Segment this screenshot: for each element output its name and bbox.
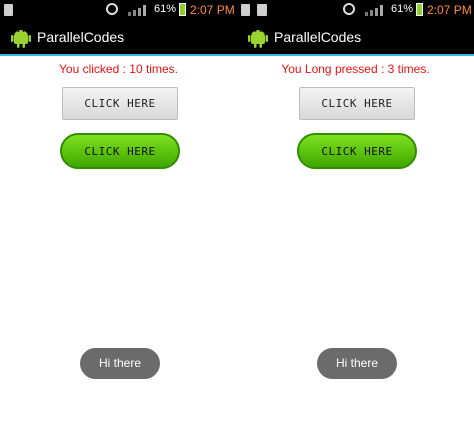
click-count-message: You clicked : 10 times.	[59, 62, 178, 76]
toast-message: Hi there	[317, 348, 397, 379]
status-bar: 61% 2:07 PM	[0, 0, 237, 20]
screens-container: 61% 2:07 PM ParallelCodes You clicked : …	[0, 0, 474, 428]
status-bar: 61% 2:07 PM	[237, 0, 474, 20]
battery-icon	[179, 3, 186, 16]
battery-percent: 61%	[154, 3, 177, 15]
phone-screen-right: 61% 2:07 PM ParallelCodes You Long press…	[237, 0, 474, 428]
app-title: ParallelCodes	[274, 29, 362, 45]
notification-icon	[4, 4, 13, 16]
app-bar-divider	[237, 54, 474, 56]
long-press-count-message: You Long pressed : 3 times.	[281, 62, 430, 76]
notification-icon	[257, 4, 267, 16]
click-here-button-gray[interactable]: CLICK HERE	[299, 87, 415, 120]
android-icon	[11, 30, 31, 48]
image-icon	[241, 4, 250, 16]
status-time: 2:07 PM	[427, 3, 472, 17]
battery-percent: 61%	[391, 3, 414, 15]
signal-icon	[128, 5, 146, 16]
click-here-button-gray[interactable]: CLICK HERE	[62, 87, 178, 120]
android-icon	[248, 30, 268, 48]
signal-icon	[365, 5, 383, 16]
battery-icon	[416, 3, 423, 16]
app-bar: ParallelCodes	[237, 20, 474, 54]
click-here-button-green[interactable]: CLICK HERE	[60, 133, 180, 169]
toast-message: Hi there	[80, 348, 160, 379]
app-bar: ParallelCodes	[0, 20, 237, 54]
phone-screen-left: 61% 2:07 PM ParallelCodes You clicked : …	[0, 0, 237, 428]
alarm-icon	[343, 3, 355, 15]
alarm-icon	[106, 3, 118, 15]
status-time: 2:07 PM	[190, 3, 235, 17]
click-here-button-green[interactable]: CLICK HERE	[297, 133, 417, 169]
app-title: ParallelCodes	[37, 29, 125, 45]
app-bar-divider	[0, 54, 237, 56]
